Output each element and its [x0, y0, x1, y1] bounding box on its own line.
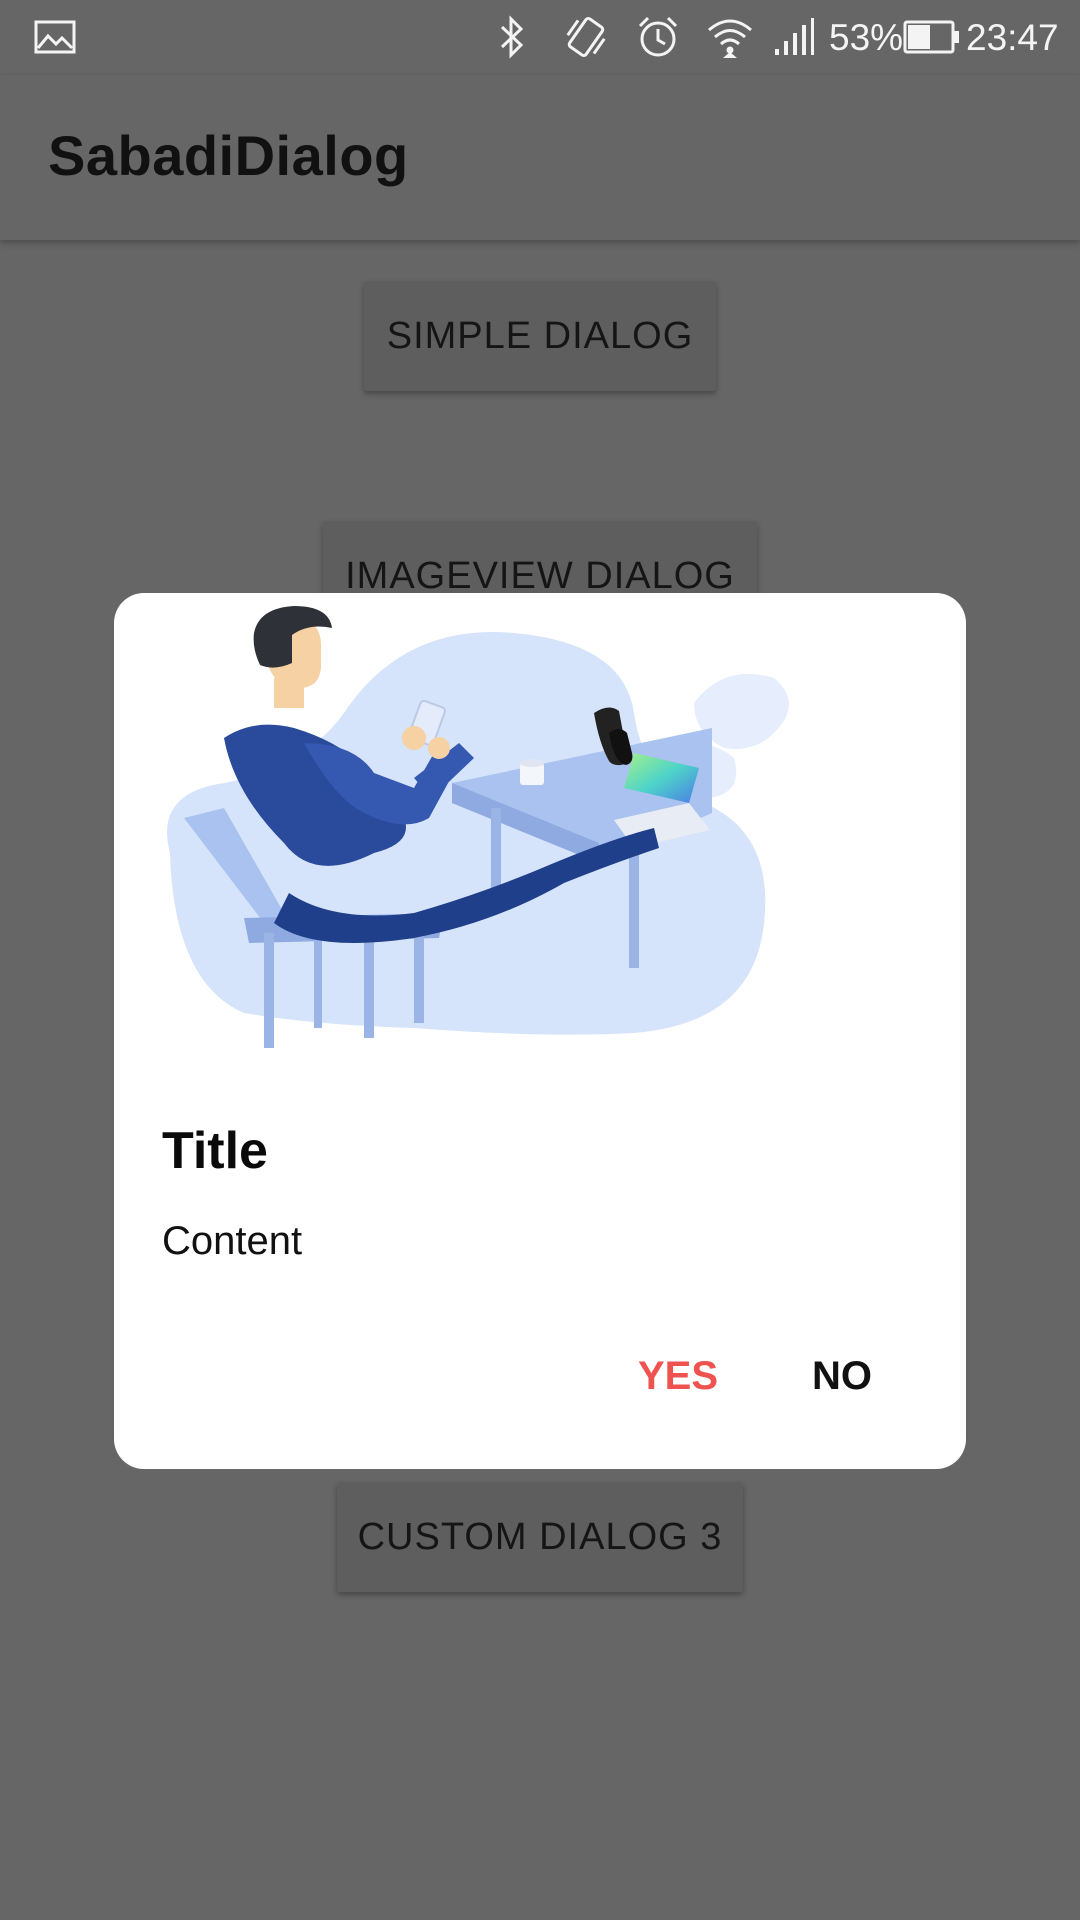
no-button[interactable]: NO	[804, 1341, 880, 1411]
battery-icon	[902, 12, 962, 62]
alarm-icon	[634, 12, 682, 62]
signal-icon	[772, 12, 816, 62]
app-bar: SabadiDialog	[0, 75, 1080, 240]
wifi-icon	[704, 12, 756, 62]
custom-dialog-3-button[interactable]: CUSTOM DIALOG 3	[337, 1482, 743, 1592]
dialog: Title Content YES NO	[114, 593, 966, 1469]
battery-percent: 53%	[829, 17, 904, 58]
dialog-content: Content	[162, 1219, 303, 1263]
yes-button[interactable]: YES	[630, 1341, 726, 1411]
clock: 23:47	[966, 17, 1059, 58]
dialog-title: Title	[162, 1122, 268, 1180]
status-bar: 53% 23:47	[0, 0, 1080, 75]
app-title: SabadiDialog	[48, 124, 409, 187]
vibrate-icon	[560, 12, 612, 62]
dialog-illustration	[167, 606, 789, 1048]
gallery-icon	[30, 12, 80, 62]
bluetooth-icon	[490, 12, 534, 62]
simple-dialog-button[interactable]: SIMPLE DIALOG	[364, 281, 716, 391]
